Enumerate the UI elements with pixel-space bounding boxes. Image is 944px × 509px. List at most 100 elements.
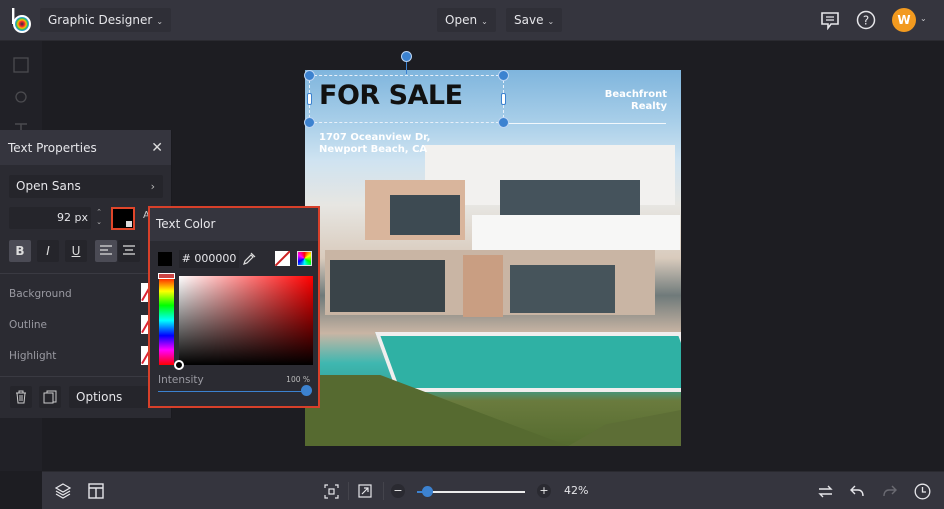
chevron-down-icon[interactable]: ⌄	[920, 14, 927, 23]
resize-handle-bottom-right[interactable]	[498, 117, 509, 128]
chevron-down-icon[interactable]: ⌄	[93, 217, 105, 227]
hex-value: 000000	[194, 252, 237, 265]
hex-input[interactable]: # 000000	[179, 250, 239, 268]
text-color-popover: Text Color # 000000 Intensity 100 %	[148, 206, 320, 408]
divider	[348, 482, 349, 500]
help-icon: ?	[856, 10, 876, 30]
bold-button[interactable]: B	[9, 240, 31, 262]
font-family-select[interactable]: Open Sans ›	[9, 175, 163, 198]
eyedropper-icon[interactable]	[242, 252, 256, 266]
chevron-right-icon: ›	[150, 180, 155, 193]
resize-handle-left[interactable]	[307, 93, 312, 105]
clock-icon	[914, 483, 930, 499]
chevron-up-icon[interactable]: ⌃	[93, 207, 105, 217]
saturation-value-picker[interactable]	[179, 276, 313, 365]
open-label: Open	[445, 13, 478, 27]
duplicate-icon	[43, 390, 57, 404]
chevron-down-icon: ⌄	[156, 17, 164, 26]
resize-handle-top-right[interactable]	[498, 70, 509, 81]
swap-icon	[817, 485, 833, 497]
brand-line-1: Beachfront	[604, 89, 667, 100]
zoom-in-button[interactable]: +	[537, 484, 551, 498]
doc-type-dropdown[interactable]: Graphic Designer ⌄	[40, 8, 172, 32]
zoom-slider-thumb[interactable]	[422, 486, 433, 497]
close-icon[interactable]: ✕	[151, 140, 163, 156]
selection-box[interactable]	[309, 75, 504, 123]
intensity-slider-track[interactable]	[158, 391, 308, 392]
divider	[383, 482, 384, 500]
bottom-toolbar: − + 42%	[42, 471, 944, 509]
resize-handle-bottom-left[interactable]	[304, 117, 315, 128]
history-button[interactable]	[913, 482, 931, 500]
divider	[0, 273, 172, 274]
options-dropdown[interactable]: Options	[69, 386, 159, 408]
align-left-icon	[100, 245, 112, 255]
underline-button[interactable]: U	[65, 240, 87, 262]
popover-title: Text Color	[150, 208, 318, 241]
hex-prefix: #	[181, 252, 191, 265]
open-button[interactable]: Open ⌄	[437, 8, 496, 32]
transparent-color-button[interactable]	[275, 251, 290, 266]
poster-brand-text[interactable]: Beachfront Realty	[605, 89, 667, 113]
help-button[interactable]: ?	[854, 8, 878, 32]
panel-title: Text Properties	[8, 140, 97, 155]
undo-button[interactable]	[848, 482, 866, 500]
rotate-connector	[406, 61, 407, 74]
user-avatar[interactable]: W	[892, 8, 916, 32]
house-window	[390, 195, 460, 235]
poster-address-text[interactable]: 1707 Oceanview Dr, Newport Beach, CA	[319, 132, 430, 156]
fit-to-screen-button[interactable]	[322, 482, 340, 500]
chevron-down-icon: ⌄	[547, 17, 555, 26]
undo-icon	[849, 485, 864, 496]
resize-handle-right[interactable]	[501, 93, 506, 105]
color-palette-button[interactable]	[297, 251, 312, 266]
font-size-input[interactable]: 92 px	[9, 207, 91, 229]
hue-slider[interactable]	[159, 276, 174, 365]
text-color-swatch[interactable]	[111, 207, 135, 230]
expand-button[interactable]	[356, 482, 374, 500]
comments-button[interactable]	[818, 8, 842, 32]
intensity-label: Intensity	[158, 374, 204, 386]
house-balcony	[472, 215, 680, 250]
app-window: Graphic Designer ⌄ Open ⌄ Save ⌄ ? W ⌄ F…	[0, 0, 944, 509]
rotate-handle[interactable]	[401, 51, 412, 62]
color-picker-handle[interactable]	[174, 360, 184, 370]
delete-button[interactable]	[10, 386, 32, 408]
align-center-button[interactable]	[118, 240, 140, 262]
layout-button[interactable]	[87, 482, 105, 500]
align-left-button[interactable]	[95, 240, 117, 262]
font-size-value: 92	[57, 211, 71, 224]
intensity-value: 100 %	[286, 375, 310, 384]
outline-label: Outline	[9, 319, 47, 331]
befunky-logo-icon[interactable]	[10, 8, 34, 34]
top-bar: Graphic Designer ⌄ Open ⌄ Save ⌄ ? W ⌄	[0, 0, 944, 41]
layers-button[interactable]	[54, 482, 72, 500]
poster-divider-line	[503, 123, 666, 124]
redo-button[interactable]	[880, 482, 898, 500]
divider	[0, 376, 172, 377]
poster-canvas[interactable]: FOR SALE 1707 Oceanview Dr, Newport Beac…	[305, 70, 681, 446]
layers-icon	[55, 483, 71, 499]
flip-button[interactable]	[816, 482, 834, 500]
zoom-slider-track[interactable]	[417, 491, 525, 493]
doc-type-label: Graphic Designer	[48, 13, 153, 27]
dropdown-indicator-icon	[126, 221, 132, 227]
fit-screen-icon	[323, 483, 339, 499]
font-size-unit: px	[74, 211, 89, 224]
hue-slider-handle[interactable]	[158, 273, 175, 279]
save-button[interactable]: Save ⌄	[506, 8, 563, 32]
redo-icon	[882, 485, 897, 496]
resize-handle-top-left[interactable]	[304, 70, 315, 81]
intensity-slider-thumb[interactable]	[301, 385, 312, 396]
font-size-stepper[interactable]: ⌃ ⌄	[93, 207, 105, 229]
italic-button[interactable]: I	[37, 240, 59, 262]
background-label: Background	[9, 288, 72, 300]
graphics-icon[interactable]	[13, 89, 29, 105]
address-line-2: Newport Beach, CA	[319, 144, 428, 155]
layout-icon	[88, 483, 104, 499]
address-line-1: 1707 Oceanview Dr,	[319, 132, 431, 143]
house-window	[330, 260, 445, 312]
duplicate-button[interactable]	[39, 386, 61, 408]
image-icon[interactable]	[13, 57, 29, 73]
zoom-out-button[interactable]: −	[391, 484, 405, 498]
